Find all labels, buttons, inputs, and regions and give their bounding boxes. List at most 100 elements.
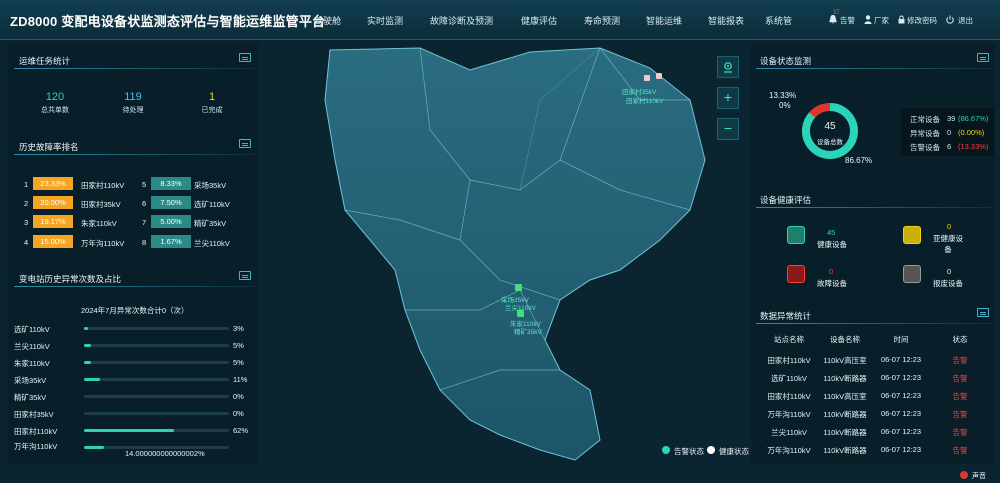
station-pin-icon[interactable] [515, 284, 522, 291]
rank-number: 1 [24, 180, 29, 189]
device-total-value: 45 [824, 121, 836, 132]
scrapped-device-icon [903, 265, 921, 283]
ops-stats-title: 运维任务统计 [19, 56, 71, 66]
alarm-count: 6 [947, 142, 952, 151]
anomaly-title: 变电站历史异常次数及占比 [19, 274, 122, 284]
panel-menu-icon[interactable] [239, 53, 251, 62]
panel-menu-icon[interactable] [239, 271, 251, 280]
status-badge: 告警 [952, 428, 968, 437]
table-header: 状态 [952, 335, 968, 344]
table-cell: 万年沟110kV [767, 446, 811, 455]
rank-number: 8 [142, 238, 147, 247]
table-header: 站点名称 [774, 335, 804, 344]
panel-menu-icon[interactable] [977, 53, 989, 62]
rank-percent: 7.50% [151, 196, 191, 209]
panel-menu-icon[interactable] [977, 308, 989, 317]
alarm-legend-label: 告警状态 [674, 447, 704, 456]
alarm-label: 告警设备 [910, 143, 940, 152]
table-cell: 田家村110kV [767, 392, 811, 401]
normal-pct: (86.67%) [958, 114, 989, 123]
anomaly-bar-track [84, 327, 229, 330]
rank-number: 2 [24, 199, 29, 208]
table-cell: 110kV断路器 [823, 410, 867, 419]
rank-percent: 19.17% [33, 215, 73, 228]
divider [756, 207, 992, 208]
table-cell: 110kV高压室 [823, 392, 867, 401]
table-cell: 06-07 12:23 [880, 391, 922, 400]
alarm-count-badge: 37 [833, 10, 840, 16]
rank-station: 采场35kV [194, 181, 227, 190]
anomaly-bar-value: 0% [233, 409, 244, 418]
anomaly-bar-fill [84, 429, 174, 432]
anomaly-bar-value: 11% [233, 375, 248, 384]
nav-fault-diagnosis[interactable]: 故障诊断及预测 [430, 14, 493, 27]
nav-smart-reports[interactable]: 智能报表 [708, 14, 744, 27]
anomaly-bar-track [84, 395, 229, 398]
anomaly-station-name: 田家村35kV [14, 410, 54, 419]
table-cell: 06-07 12:23 [880, 373, 922, 382]
nav-system[interactable]: 系统管 [765, 14, 792, 27]
completed-value: 1 [208, 91, 216, 103]
normal-count: 39 [947, 114, 956, 123]
logout-link[interactable]: 退出 [958, 15, 973, 26]
rank-station: 田家村35kV [81, 200, 121, 209]
panel-menu-icon[interactable] [239, 139, 251, 148]
anomaly-station-name: 朱家110kV [14, 359, 50, 368]
bell-icon[interactable] [829, 14, 837, 24]
user-icon [864, 15, 872, 24]
sound-toggle-label[interactable]: 声音 [972, 471, 986, 481]
table-header: 设备名称 [830, 335, 860, 344]
anomaly-bar-value: 0% [233, 392, 244, 401]
rank-station: 精矿35kV [194, 219, 227, 228]
alarm-link[interactable]: 告警 [840, 15, 855, 26]
total-orders-label: 总共单数 [41, 107, 69, 114]
healthy-label: 健康设备 [817, 240, 847, 249]
nav-life-prediction[interactable]: 寿命预测 [584, 14, 620, 27]
rank-station: 选矿110kV [194, 200, 230, 209]
table-cell: 06-07 12:23 [880, 445, 922, 454]
anomaly-station-name: 兰尖110kV [14, 342, 50, 351]
anomaly-bar-fill [84, 446, 105, 449]
locate-button[interactable] [717, 56, 739, 78]
table-cell: 110kV高压室 [823, 356, 867, 365]
anomaly-bar-fill [84, 327, 89, 330]
rank-number: 7 [142, 218, 147, 227]
rank-percent: 23.33% [33, 177, 73, 190]
anomaly-station-name: 精矿35kV [14, 393, 47, 402]
station-pin-icon[interactable] [656, 73, 662, 79]
divider [14, 286, 254, 287]
anomaly-bar-track [84, 361, 229, 364]
user-name[interactable]: 厂家 [874, 15, 889, 26]
rank-percent: 15.00% [33, 235, 73, 248]
anomaly-bar-value: 3% [233, 324, 244, 333]
change-password-link[interactable]: 修改密码 [907, 15, 937, 26]
sound-icon[interactable] [960, 471, 968, 479]
anomaly-station-name: 田家村110kV [14, 427, 58, 436]
table-cell: 110kV断路器 [823, 374, 867, 383]
device-total-label: 设备总数 [817, 139, 843, 146]
abnormal-label: 异常设备 [910, 129, 940, 138]
donut-abnormal-pct: 0% [779, 101, 791, 110]
divider [756, 323, 992, 324]
rank-station: 万年沟110kV [81, 239, 125, 248]
status-badge: 告警 [952, 356, 968, 365]
anomaly-bar-track [84, 344, 229, 347]
anomaly-bar-track [84, 412, 229, 415]
anomaly-subtitle: 2024年7月异常次数合计0（次） [81, 306, 189, 315]
nav-cockpit[interactable]: 驾驶舱 [314, 14, 341, 27]
donut-alarm-pct: 13.33% [769, 91, 797, 100]
health-legend-label: 健康状态 [719, 447, 749, 456]
anomaly-bar-fill [84, 378, 100, 381]
table-cell: 06-07 12:23 [880, 409, 922, 418]
lock-icon [898, 15, 905, 24]
nav-health-assessment[interactable]: 健康评估 [521, 14, 557, 27]
station-pin-icon[interactable] [644, 75, 650, 81]
zoom-in-button[interactable]: + [717, 87, 739, 109]
healthy-device-icon [787, 226, 805, 244]
nav-smart-ops[interactable]: 智能运维 [646, 14, 682, 27]
rank-percent: 20.00% [33, 196, 73, 209]
nav-realtime-monitoring[interactable]: 实时监测 [367, 14, 403, 27]
healthy-value: 45 [827, 228, 836, 237]
faulty-device-icon [787, 265, 805, 283]
zoom-out-button[interactable]: − [717, 118, 739, 140]
